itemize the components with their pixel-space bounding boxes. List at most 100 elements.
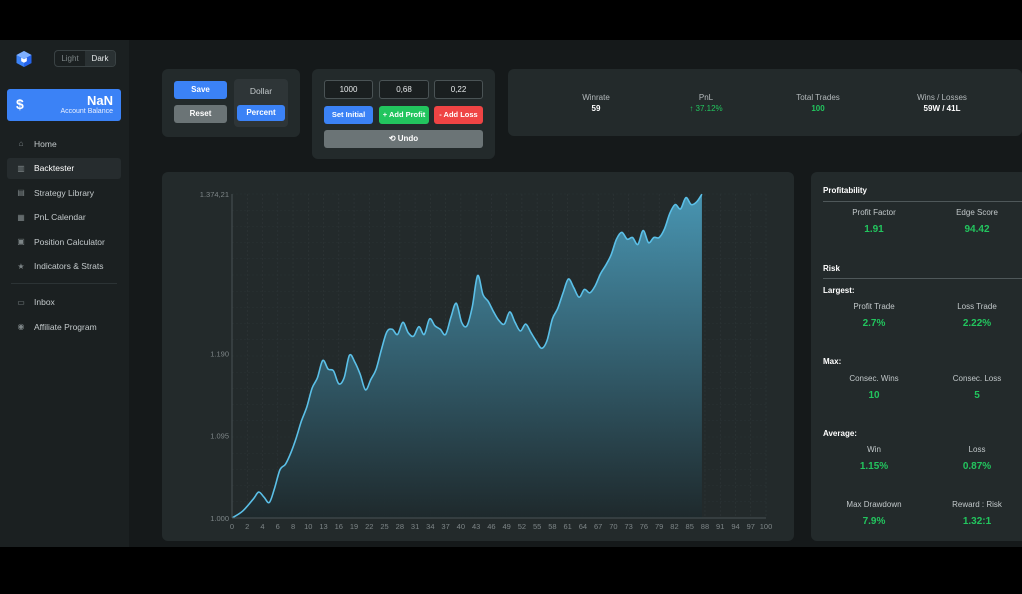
profit-trade-label: Profit Trade [853,302,895,311]
x-tick-label: 55 [533,522,541,531]
loss-percent-input[interactable]: 0,22 [434,80,483,99]
sidebar-item-strategy-library[interactable]: ▤ Strategy Library [7,182,121,203]
sidebar-item-label: Strategy Library [34,187,94,198]
x-tick-label: 2 [245,522,249,531]
x-tick-label: 73 [625,522,633,531]
profit-factor-value: 1.91 [864,224,884,235]
theme-toggle[interactable]: Light Dark [54,50,116,67]
x-tick-label: 79 [655,522,663,531]
average-heading: Average: [823,429,857,438]
sidebar-item-label: PnL Calendar [34,212,86,222]
sidebar-item-label: Home [34,138,57,149]
account-balance-card: $ NaN Account Balance [7,89,121,121]
sidebar-item-position-calculator[interactable]: ▣ Position Calculator [7,231,121,252]
profit-trade-value: 2.7% [862,318,886,329]
save-button[interactable]: Save [174,81,227,99]
max-drawdown-value: 7.9% [862,516,886,527]
dollar-icon: $ [16,96,24,112]
max-heading: Max: [823,357,842,366]
x-tick-label: 61 [563,522,571,531]
reward-risk-label: Reward : Risk [952,500,1002,509]
x-tick-label: 22 [365,522,373,531]
star-icon: ★ [17,261,25,271]
account-balance-value: NaN [86,93,113,108]
x-tick-label: 40 [457,522,465,531]
loss-trade-value: 2.22% [962,318,992,329]
profit-factor-label: Profit Factor [852,208,896,217]
x-tick-label: 0 [230,522,234,531]
sidebar-item-label: Position Calculator [34,236,105,247]
equity-chart: 1.0001.0951.1901.374,21 0 2 4 6 8 10 13 16 19 22 2… [200,190,772,531]
edge-score-value: 94.42 [964,224,990,235]
add-loss-button[interactable]: - Add Loss [434,106,483,124]
reset-button[interactable]: Reset [174,105,227,123]
x-tick-label: 52 [518,522,526,531]
initial-balance-input[interactable]: 1000 [324,80,373,99]
x-tick-label: 91 [716,522,724,531]
percent-option[interactable]: Percent [237,105,285,121]
sidebar-item-backtester[interactable]: ▥ Backtester [7,157,121,179]
add-profit-button[interactable]: + Add Profit [379,106,429,124]
sidebar-item-indicators[interactable]: ★ Indicators & Strats [7,256,121,277]
consec-wins-label: Consec. Wins [849,374,899,383]
logo-cube-icon [16,51,32,67]
trade-input-card: 1000 0,68 0,22 Set Initial + Add Profit … [312,69,495,159]
consec-loss-value: 5 [974,390,980,401]
calculator-icon: ▣ [17,237,25,246]
theme-light-option[interactable]: Light [55,51,85,66]
y-tick-labels: 1.000 1.095 1.190 1.374,21 [200,190,229,523]
y-tick-label: 1.000 [210,514,229,523]
total-trades-value: 100 [811,104,825,113]
risk-divider [823,278,1022,279]
wins-losses-value: 59W / 41L [923,104,961,113]
x-tick-label: 25 [380,522,388,531]
profit-percent-input[interactable]: 0,68 [379,80,429,99]
y-tick-label: 1.374,21 [200,190,229,199]
x-tick-label: 31 [411,522,419,531]
unit-toggle: Dollar Percent [234,79,288,127]
dollar-option[interactable]: Dollar [234,86,288,96]
x-tick-label: 88 [701,522,709,531]
theme-dark-option[interactable]: Dark [85,51,115,66]
avg-win-value: 1.15% [859,461,889,472]
x-tick-label: 76 [640,522,648,531]
equity-chart-card: 1.000 1.095 1.190 1.374,21 0 2 4 6 8 10 13 16 19 22 2… [162,172,794,541]
bar-chart-icon: ▥ [17,163,25,173]
x-tick-label: 34 [426,522,434,531]
sidebar-item-label: Indicators & Strats [34,261,104,271]
sidebar-item-label: Inbox [34,297,55,307]
max-drawdown-label: Max Drawdown [846,500,902,509]
x-tick-label: 37 [441,522,449,531]
sidebar-nav: ⌂ Home ▥ Backtester ▤ Strategy Library ▦… [7,133,121,341]
x-tick-label: 10 [304,522,312,531]
loss-trade-label: Loss Trade [957,302,997,311]
set-initial-button[interactable]: Set Initial [324,106,373,124]
library-icon: ▤ [17,188,25,197]
consec-loss-label: Consec. Loss [952,374,1002,383]
winrate-label: Winrate [582,93,610,102]
undo-button[interactable]: ⟲ Undo [324,130,483,148]
x-tick-label: 82 [670,522,678,531]
sidebar-item-home[interactable]: ⌂ Home [7,133,121,154]
save-reset-card: Save Reset Dollar Percent [162,69,300,137]
y-tick-label: 1.095 [210,432,229,441]
x-tick-label: 94 [731,522,739,531]
wins-losses-label: Wins / Losses [917,93,967,102]
sidebar-divider [11,282,117,284]
app-window: Light Dark $ NaN Account Balance ⌂ Home … [0,40,1022,547]
consec-wins-value: 10 [868,390,880,401]
metrics-panel: Profitability Profit Factor Edge Score 1… [811,172,1022,541]
x-tick-label: 46 [487,522,495,531]
sidebar-item-pnl-calendar[interactable]: ▦ PnL Calendar [7,207,121,228]
y-tick-label: 1.190 [210,349,229,358]
x-tick-label: 85 [686,522,694,531]
sidebar: Light Dark $ NaN Account Balance ⌂ Home … [0,40,129,547]
home-icon: ⌂ [18,139,24,148]
x-tick-label: 58 [548,522,556,531]
sidebar-item-affiliate-program[interactable]: ◉ Affiliate Program [7,316,121,337]
sidebar-item-inbox[interactable]: ▭ Inbox [7,292,121,313]
x-tick-label: 43 [472,522,480,531]
profitability-divider [823,201,1022,202]
x-tick-label: 4 [260,522,264,531]
x-tick-label: 64 [579,522,587,531]
